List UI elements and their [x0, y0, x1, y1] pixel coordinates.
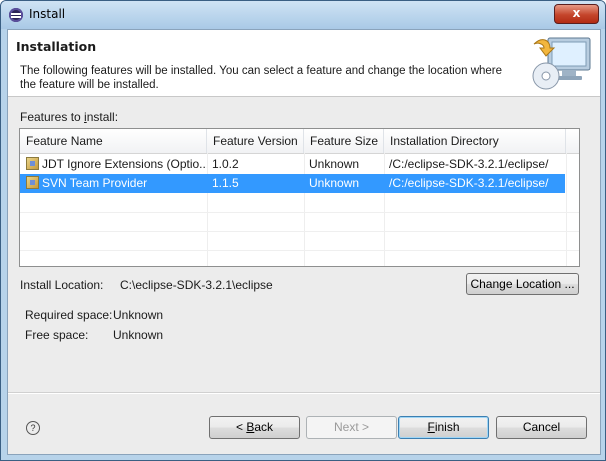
feature-name-cell: JDT Ignore Extensions (Optio... [22, 155, 207, 174]
features-to-install-label: Features to install: [20, 110, 119, 124]
install-computer-icon [532, 37, 591, 90]
table-row[interactable]: JDT Ignore Extensions (Optio... 1.0.2 Un… [20, 155, 579, 174]
close-button[interactable]: x [554, 4, 599, 24]
table-row-selected[interactable]: SVN Team Provider 1.1.5 Unknown /C:/ecli… [20, 174, 565, 193]
free-space-value: Unknown [113, 328, 164, 342]
column-header-feature-name[interactable]: Feature Name [20, 129, 207, 153]
page-title: Installation [16, 39, 97, 54]
free-space-label: Free space: [25, 328, 89, 342]
feature-name-cell: SVN Team Provider [22, 174, 207, 193]
title-bar[interactable]: Install x [1, 1, 605, 29]
change-location-button[interactable]: Change Location ... [466, 273, 579, 295]
footer-separator [8, 392, 600, 394]
required-space-value: Unknown [113, 308, 164, 322]
features-table[interactable]: Feature Name Feature Version Feature Siz… [19, 128, 580, 267]
column-header-feature-size[interactable]: Feature Size [304, 129, 384, 153]
feature-version-cell: 1.1.5 [212, 176, 239, 190]
feature-icon [26, 157, 39, 170]
dialog-body: Installation The following features will… [7, 29, 601, 455]
window-title: Install [29, 7, 66, 21]
finish-button[interactable]: Finish [398, 416, 489, 439]
column-header-feature-version[interactable]: Feature Version [207, 129, 304, 153]
next-button[interactable]: Next > [306, 416, 397, 439]
installation-directory-cell: /C:/eclipse-SDK-3.2.1/eclipse/ [389, 176, 549, 190]
eclipse-icon [9, 8, 23, 22]
feature-size-cell: Unknown [309, 157, 360, 171]
cancel-button[interactable]: Cancel [496, 416, 587, 439]
back-button[interactable]: < Back [209, 416, 300, 439]
column-header-installation-directory[interactable]: Installation Directory [384, 129, 566, 153]
installation-directory-cell: /C:/eclipse-SDK-3.2.1/eclipse/ [389, 157, 549, 171]
help-icon[interactable]: ? [26, 421, 40, 435]
page-description: The following features will be installed… [20, 65, 503, 91]
feature-size-cell: Unknown [309, 176, 360, 190]
install-location-label: Install Location: [20, 278, 104, 292]
feature-icon [26, 176, 39, 189]
feature-version-cell: 1.0.2 [212, 157, 239, 171]
install-dialog: Install x Installation The following fea… [0, 0, 606, 461]
wizard-banner: Installation The following features will… [8, 30, 600, 97]
table-header: Feature Name Feature Version Feature Siz… [20, 129, 579, 154]
required-space-label: Required space: [25, 308, 113, 322]
install-location-value: C:\eclipse-SDK-3.2.1\eclipse [120, 278, 273, 292]
